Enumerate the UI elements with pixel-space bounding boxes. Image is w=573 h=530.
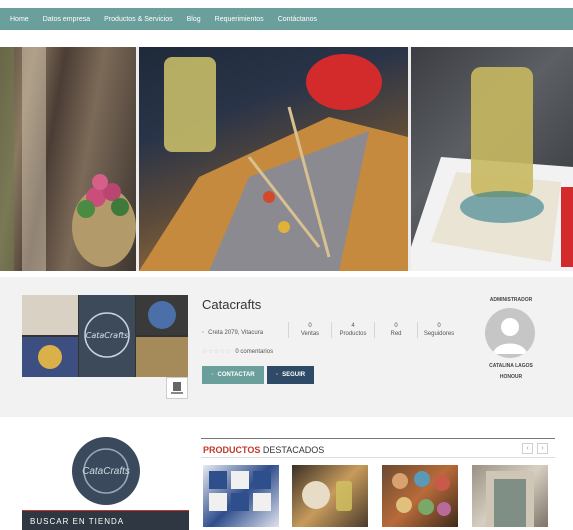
- admin-name: CATALINA LAGOS HONOUR: [489, 363, 533, 380]
- company-rating: ☆☆☆☆☆ 0 comentarios: [202, 348, 273, 355]
- certification-seal: [166, 377, 188, 399]
- user-icon: [493, 318, 527, 354]
- store-search-label[interactable]: BUSCAR EN TIENDA: [22, 510, 189, 530]
- product-card-1[interactable]: [203, 465, 279, 527]
- product-card-3[interactable]: [382, 465, 458, 527]
- follow-button[interactable]: ▫ SEGUIR: [267, 366, 314, 384]
- mail-icon: ▫: [211, 372, 214, 378]
- product-card-2[interactable]: [292, 465, 368, 527]
- sidebar-logo-text: CataCrafts: [82, 465, 130, 477]
- nav-home[interactable]: Home: [10, 16, 29, 23]
- contact-button[interactable]: ▫ CONTACTAR: [202, 366, 264, 384]
- nav-datos-empresa[interactable]: Datos empresa: [43, 16, 90, 23]
- admin-avatar[interactable]: [485, 308, 535, 358]
- company-profile: CataCrafts Catacrafts ▫ Creta 2079, Vitac…: [0, 277, 573, 417]
- hero-banner: [0, 47, 573, 271]
- stat-productos: 4 Productos: [331, 322, 374, 338]
- nav-requerimientos[interactable]: Requerimientos: [215, 16, 264, 23]
- plus-icon: ▫: [275, 372, 279, 378]
- company-name: Catacrafts: [202, 297, 262, 312]
- nav-blog[interactable]: Blog: [187, 16, 201, 23]
- chevron-right-icon: ›: [541, 445, 544, 452]
- admin-title: ADMINISTRADOR: [489, 297, 533, 303]
- rating-stars: ☆☆☆☆☆: [202, 349, 232, 355]
- featured-products-title: PRODUCTOS DESTACADOS: [203, 445, 325, 455]
- sidebar-logo[interactable]: CataCrafts: [72, 437, 140, 505]
- stat-ventas: 0 Ventas: [288, 322, 331, 338]
- collage-logo-text: CataCrafts: [86, 331, 128, 340]
- nav-productos-servicios[interactable]: Productos & Servicios: [104, 16, 172, 23]
- nav-contactanos[interactable]: Contáctanos: [278, 16, 317, 23]
- stat-seguidores: 0 Seguidores: [417, 322, 460, 338]
- hero-image-mosaic-mirror: [0, 47, 136, 271]
- top-nav: Home Datos empresa Productos & Servicios…: [0, 8, 573, 30]
- next-arrow-button[interactable]: ›: [537, 443, 548, 454]
- stat-red: 0 Red: [374, 322, 417, 338]
- chevron-left-icon: ‹: [526, 445, 529, 452]
- map-pin-icon: ▫: [202, 330, 205, 336]
- company-address: ▫ Creta 2079, Vitacura: [202, 330, 264, 336]
- featured-products-header: PRODUCTOS DESTACADOS ‹ ›: [201, 438, 555, 458]
- company-stats: 0 Ventas 4 Productos 0 Red 0 Seguidores: [288, 322, 460, 338]
- comments-count[interactable]: 0 comentarios: [235, 349, 273, 355]
- prev-arrow-button[interactable]: ‹: [522, 443, 533, 454]
- product-card-4[interactable]: [472, 465, 548, 527]
- company-logo-collage: CataCrafts: [22, 295, 188, 377]
- hero-image-white-tray: [411, 47, 573, 271]
- hero-image-tray: [139, 47, 408, 271]
